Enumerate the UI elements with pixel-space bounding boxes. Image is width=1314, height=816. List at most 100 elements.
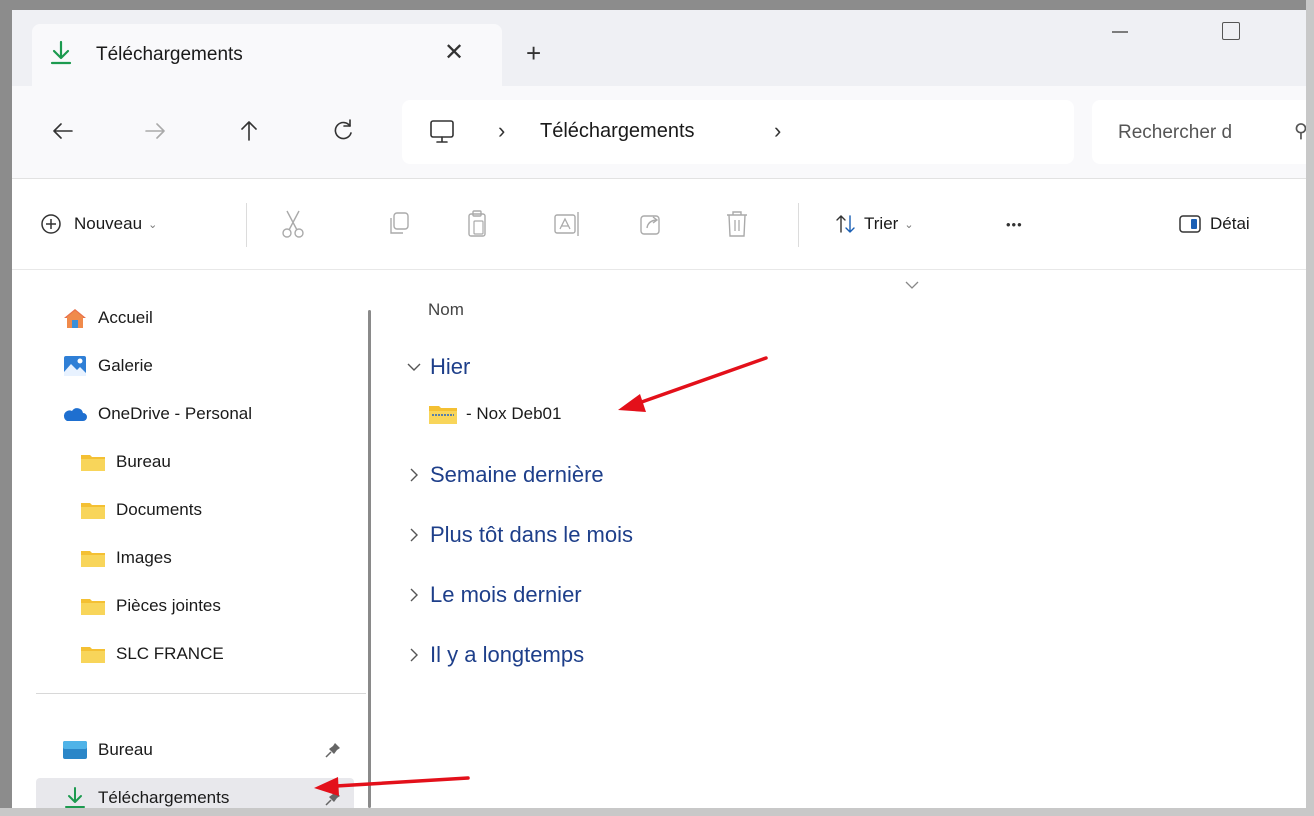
frame-border-top bbox=[0, 0, 1314, 10]
sidebar-item-galerie[interactable]: Galerie bbox=[36, 346, 354, 386]
folder-icon bbox=[81, 647, 105, 663]
zip-folder-icon bbox=[429, 406, 457, 424]
refresh-icon[interactable] bbox=[328, 116, 358, 146]
file-name: - Nox Deb01 bbox=[466, 404, 562, 423]
folder-icon bbox=[81, 503, 105, 519]
details-pane-button[interactable]: Détai bbox=[1178, 207, 1250, 241]
screenshot-frame: Téléchargements ✕ + › Téléchargements › … bbox=[0, 0, 1314, 816]
new-button[interactable]: Nouveau ⌄ bbox=[40, 207, 157, 241]
file-list: Nom Hier - Nox Deb01 Semaine dernière Pl… bbox=[388, 270, 1306, 808]
sidebar-item-label: Galerie bbox=[98, 356, 153, 375]
frame-border-right bbox=[1306, 0, 1314, 816]
sort-arrows-icon bbox=[836, 215, 855, 233]
sidebar-item-onedrive[interactable]: OneDrive - Personal bbox=[36, 394, 354, 434]
folder-icon bbox=[81, 455, 105, 471]
sort-chevron-icon bbox=[905, 281, 919, 289]
chevron-right-icon bbox=[410, 528, 418, 542]
sidebar-item-label: Images bbox=[116, 548, 172, 567]
desktop-icon bbox=[63, 741, 87, 759]
group-header-semaine-derniere[interactable]: Semaine dernière bbox=[406, 462, 604, 488]
back-arrow-icon[interactable] bbox=[48, 116, 78, 146]
chevron-right-icon bbox=[410, 588, 418, 602]
home-icon bbox=[64, 309, 86, 328]
column-header-name[interactable]: Nom bbox=[428, 300, 464, 320]
navigation-bar: › Téléchargements › Rechercher d ⚲ bbox=[12, 86, 1306, 178]
group-header-il-y-a-longtemps[interactable]: Il y a longtemps bbox=[406, 642, 584, 668]
sidebar-item-label: Documents bbox=[116, 500, 202, 519]
new-tab-button[interactable]: + bbox=[526, 38, 541, 69]
chevron-right-icon bbox=[410, 648, 418, 662]
details-pane-icon bbox=[1179, 215, 1201, 233]
minimize-button[interactable] bbox=[1108, 20, 1132, 44]
breadcrumb-separator[interactable]: › bbox=[774, 118, 781, 144]
share-icon[interactable] bbox=[636, 207, 666, 241]
group-header-plus-tot-dans-le-mois[interactable]: Plus tôt dans le mois bbox=[406, 522, 633, 548]
new-label: Nouveau bbox=[74, 214, 143, 233]
navigation-pane: Accueil Galerie OneDrive - Personal Bure… bbox=[12, 270, 372, 808]
rename-icon[interactable] bbox=[552, 207, 582, 241]
tab-downloads[interactable]: Téléchargements ✕ bbox=[32, 24, 502, 86]
file-row[interactable]: - Nox Deb01 bbox=[428, 402, 561, 426]
sidebar-item-bureau[interactable]: Bureau bbox=[36, 442, 354, 482]
up-arrow-icon[interactable] bbox=[234, 116, 264, 146]
folder-icon bbox=[81, 551, 105, 567]
sidebar-item-pieces-jointes[interactable]: Pièces jointes bbox=[36, 586, 354, 626]
toolbar-separator bbox=[798, 203, 799, 247]
close-tab-button[interactable]: ✕ bbox=[444, 38, 464, 67]
sort-button[interactable]: Trier ⌄ bbox=[834, 207, 914, 241]
search-icon: ⚲ bbox=[1294, 121, 1306, 142]
group-label: Il y a longtemps bbox=[430, 642, 585, 667]
group-header-hier[interactable]: Hier bbox=[406, 354, 470, 380]
sidebar-item-label: SLC FRANCE bbox=[116, 644, 224, 663]
cloud-icon bbox=[63, 408, 87, 421]
annotation-arrow-sidebar bbox=[314, 776, 470, 796]
more-icon: ••• bbox=[1006, 216, 1023, 232]
pin-icon[interactable] bbox=[324, 741, 342, 759]
breadcrumb-separator[interactable]: › bbox=[498, 118, 505, 144]
cut-icon[interactable] bbox=[278, 207, 308, 241]
sidebar-item-images[interactable]: Images bbox=[36, 538, 354, 578]
sidebar-item-bureau-pinned[interactable]: Bureau bbox=[36, 730, 354, 770]
more-options-button[interactable]: ••• bbox=[1006, 207, 1023, 241]
copy-icon[interactable] bbox=[384, 207, 414, 241]
sidebar-divider bbox=[36, 693, 366, 694]
search-box[interactable]: Rechercher d ⚲ bbox=[1092, 100, 1306, 164]
sidebar-item-label: OneDrive - Personal bbox=[98, 404, 253, 423]
chevron-down-icon: ⌄ bbox=[148, 218, 158, 231]
forward-arrow-icon[interactable] bbox=[140, 116, 170, 146]
download-icon bbox=[50, 40, 72, 65]
frame-border-bottom bbox=[0, 808, 1314, 816]
sidebar-item-slc-france[interactable]: SLC FRANCE bbox=[36, 634, 354, 674]
sidebar-item-label: Pièces jointes bbox=[116, 596, 221, 615]
sidebar-scrollbar[interactable] bbox=[368, 310, 371, 808]
chevron-down-icon: ⌄ bbox=[904, 218, 914, 231]
sidebar-item-label: Téléchargements bbox=[98, 788, 230, 807]
frame-border-left bbox=[0, 0, 12, 816]
sidebar-item-label: Bureau bbox=[116, 452, 171, 471]
gallery-icon bbox=[64, 356, 86, 376]
sidebar-item-label: Accueil bbox=[98, 308, 153, 327]
delete-icon[interactable] bbox=[722, 207, 752, 241]
group-label: Hier bbox=[430, 354, 471, 379]
folder-icon bbox=[81, 599, 105, 615]
chevron-down-icon bbox=[407, 363, 421, 371]
maximize-button[interactable] bbox=[1222, 22, 1240, 40]
details-label: Détai bbox=[1210, 214, 1250, 233]
sidebar-item-accueil[interactable]: Accueil bbox=[36, 298, 354, 338]
annotation-arrow-file bbox=[618, 356, 768, 412]
group-label: Semaine dernière bbox=[430, 462, 604, 487]
group-label: Le mois dernier bbox=[430, 582, 582, 607]
sort-label: Trier bbox=[864, 214, 899, 233]
paste-icon[interactable] bbox=[462, 207, 492, 241]
group-header-le-mois-dernier[interactable]: Le mois dernier bbox=[406, 582, 582, 608]
command-bar: Nouveau ⌄ Trier ⌄ ••• Détai bbox=[12, 179, 1306, 269]
plus-circle-icon bbox=[41, 214, 61, 234]
search-placeholder: Rechercher d bbox=[1118, 122, 1233, 143]
title-bar: Téléchargements ✕ + bbox=[12, 10, 1306, 86]
download-icon bbox=[65, 787, 85, 808]
address-bar[interactable]: › Téléchargements › bbox=[402, 100, 1074, 164]
chevron-right-icon bbox=[410, 468, 418, 482]
sidebar-item-label: Bureau bbox=[98, 740, 153, 759]
sidebar-item-documents[interactable]: Documents bbox=[36, 490, 354, 530]
breadcrumb-downloads[interactable]: Téléchargements bbox=[540, 120, 695, 143]
